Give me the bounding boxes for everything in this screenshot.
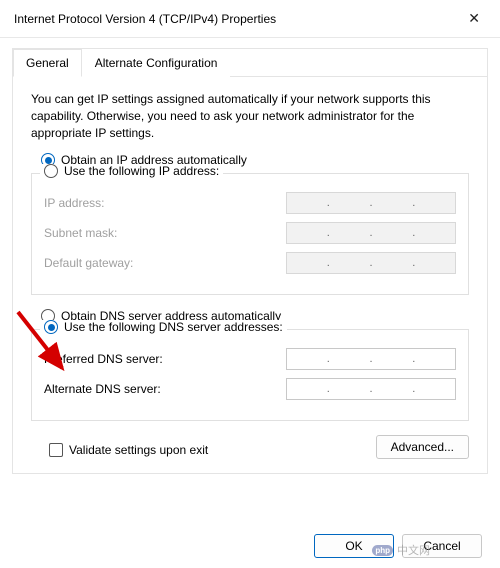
- tab-alternate[interactable]: Alternate Configuration: [82, 49, 231, 77]
- default-gateway-input: ...: [286, 252, 456, 274]
- preferred-dns-label: Preferred DNS server:: [44, 352, 163, 366]
- radio-dns-manual[interactable]: Use the following DNS server addresses:: [40, 320, 287, 334]
- checkbox-label: Validate settings upon exit: [69, 443, 208, 457]
- close-icon[interactable]: ✕: [462, 8, 486, 29]
- subnet-mask-input: ...: [286, 222, 456, 244]
- window-title: Internet Protocol Version 4 (TCP/IPv4) P…: [14, 12, 276, 26]
- checkbox-icon: [49, 443, 63, 457]
- default-gateway-label: Default gateway:: [44, 256, 133, 270]
- radio-ip-manual[interactable]: Use the following IP address:: [40, 164, 223, 178]
- tab-strip: General Alternate Configuration: [13, 48, 487, 77]
- cancel-button[interactable]: Cancel: [402, 534, 482, 558]
- ip-address-input: ...: [286, 192, 456, 214]
- dns-manual-group: Use the following DNS server addresses: …: [31, 329, 469, 421]
- alternate-dns-label: Alternate DNS server:: [44, 382, 161, 396]
- tab-general[interactable]: General: [13, 49, 82, 77]
- radio-icon: [44, 164, 58, 178]
- validate-checkbox[interactable]: Validate settings upon exit: [49, 443, 208, 457]
- ip-address-label: IP address:: [44, 196, 104, 210]
- ip-manual-group: Use the following IP address: IP address…: [31, 173, 469, 295]
- subnet-mask-label: Subnet mask:: [44, 226, 117, 240]
- alternate-dns-input[interactable]: ...: [286, 378, 456, 400]
- description-text: You can get IP settings assigned automat…: [31, 91, 469, 141]
- preferred-dns-input[interactable]: ...: [286, 348, 456, 370]
- advanced-button[interactable]: Advanced...: [376, 435, 469, 459]
- radio-label: Use the following DNS server addresses:: [64, 320, 283, 334]
- radio-label: Use the following IP address:: [64, 164, 219, 178]
- ok-button[interactable]: OK: [314, 534, 394, 558]
- radio-icon: [44, 320, 58, 334]
